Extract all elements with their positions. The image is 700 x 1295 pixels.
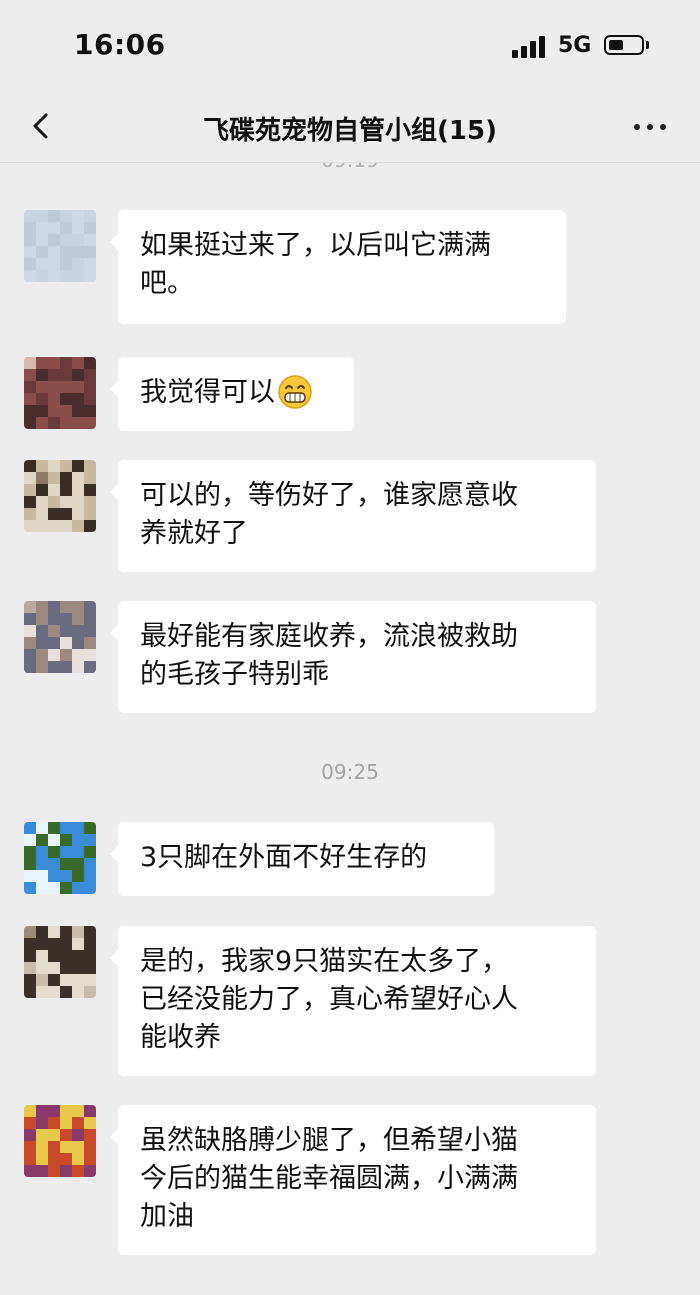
signal-icon [512,36,548,58]
message-bubble[interactable]: 最好能有家庭收养，流浪被救助 的毛孩子特别乖 [110,601,596,713]
message-list[interactable]: 09:19 如果挺过来了，以后叫它满满 吧。 我觉得可以 可以的，等伤好了，谁家… [0,162,700,1295]
battery-tip [646,41,649,49]
message-text: 我觉得可以 [140,377,275,408]
message-bubble[interactable]: 虽然缺胳膊少腿了，但希望小猫 今后的猫生能幸福圆满，小满满 加油 [110,1105,596,1255]
message-bubble[interactable]: 我觉得可以 [110,357,354,431]
avatar[interactable] [24,601,96,673]
message-bubble[interactable]: 3只脚在外面不好生存的 [110,822,494,896]
timestamp: 09:25 [321,760,379,784]
more-dots-icon [634,124,640,130]
status-time: 16:06 [74,28,166,61]
message-bubble[interactable]: 可以的，等伤好了，谁家愿意收 养就好了 [110,460,596,572]
avatar[interactable] [24,357,96,429]
grin-emoji-icon [278,374,312,409]
timestamp: 09:19 [0,162,700,172]
avatar[interactable] [24,210,96,282]
chat-header: 飞碟苑宠物自管小组(15) [0,92,700,163]
chat-title: 飞碟苑宠物自管小组(15) [203,116,497,146]
avatar[interactable] [24,822,96,894]
avatar[interactable] [24,1105,96,1177]
message-bubble[interactable]: 如果挺过来了，以后叫它满满 吧。 [110,210,566,324]
status-bar: 16:06 5G [0,0,700,90]
message-bubble[interactable]: 是的，我家9只猫实在太多了， 已经没能力了，真心希望好心人 能收养 [110,926,596,1076]
avatar[interactable] [24,460,96,532]
battery-icon [604,35,644,55]
avatar[interactable] [24,926,96,998]
network-type: 5G [558,33,592,58]
more-button[interactable] [628,108,672,144]
